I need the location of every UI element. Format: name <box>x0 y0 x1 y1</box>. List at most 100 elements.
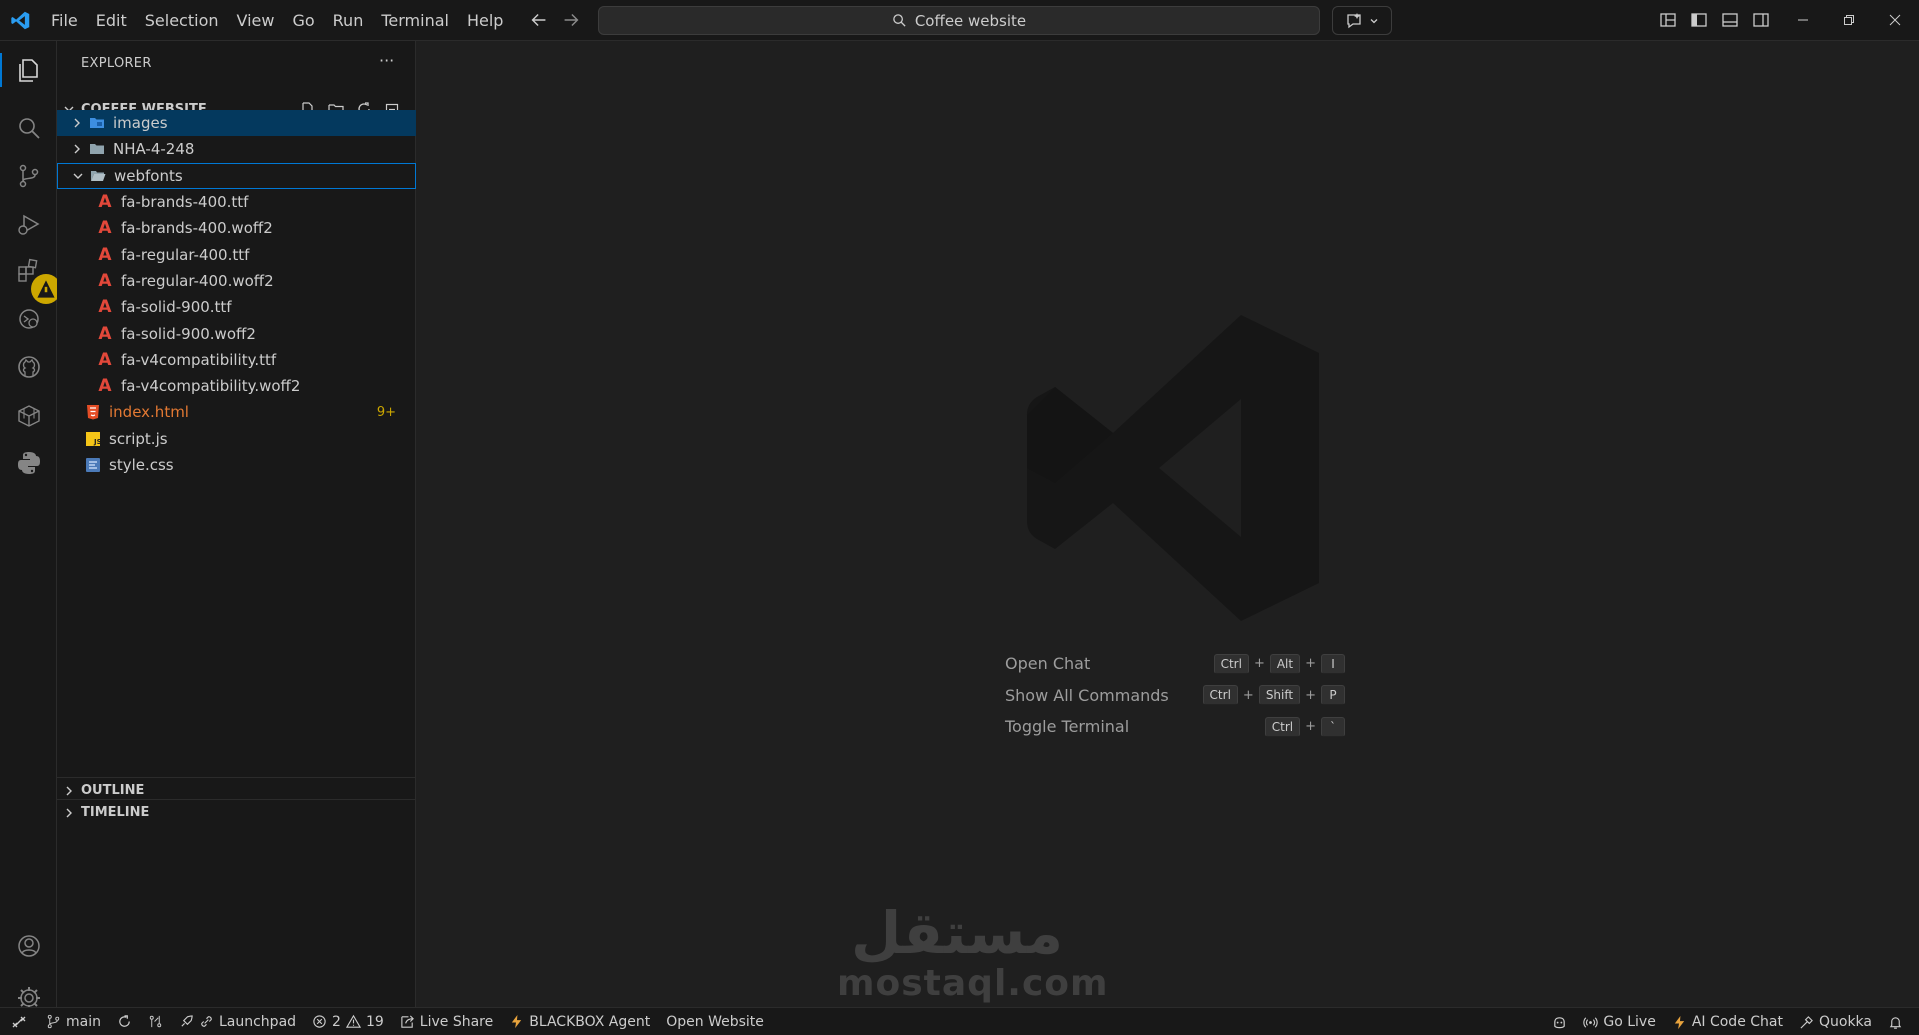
toggle-secondary-sidebar-icon[interactable] <box>1750 9 1771 30</box>
open-website-button[interactable]: Open Website <box>658 1014 772 1030</box>
shortcut-label: Open Chat <box>1005 654 1091 674</box>
sync-button[interactable] <box>109 1014 140 1029</box>
tree-folder[interactable]: NHA-4-248 <box>57 136 416 162</box>
shortcut-row[interactable]: Open Chat Ctrl + Alt + I <box>1005 648 1345 680</box>
menu-file[interactable]: File <box>42 11 87 30</box>
tree-item-label: fa-solid-900.woff2 <box>121 324 256 343</box>
git-graph-button[interactable] <box>140 1014 171 1029</box>
status-bar-right: Go Live AI Code Chat Quokka <box>1544 1008 1911 1035</box>
problems-indicator[interactable]: 2 19 <box>304 1014 392 1030</box>
live-share-icon <box>401 1015 414 1028</box>
launchpad-label: Launchpad <box>218 1013 297 1030</box>
launchpad-button[interactable]: Launchpad <box>171 1014 304 1030</box>
keybinding: Ctrl + Alt + I <box>1213 653 1345 674</box>
tree-file[interactable]: Afa-regular-400.woff2 <box>57 268 416 294</box>
chat-icon <box>1347 12 1361 28</box>
go-live-button[interactable]: Go Live <box>1575 1014 1663 1030</box>
bolt-icon <box>512 1014 522 1029</box>
container-activity[interactable] <box>0 391 57 441</box>
search-activity[interactable] <box>0 103 57 153</box>
tree-folder[interactable]: webfonts <box>57 162 416 189</box>
arrow-right-icon[interactable] <box>560 9 582 31</box>
quokka-button[interactable]: Quokka <box>1791 1014 1880 1030</box>
menu-go[interactable]: Go <box>283 11 323 30</box>
tree-file[interactable]: style.css <box>57 452 416 478</box>
tree-file[interactable]: index.html 9+ <box>57 399 416 425</box>
tree-item-label: fa-v4compatibility.ttf <box>121 350 277 369</box>
error-count: 2 <box>332 1013 341 1030</box>
live-share-button[interactable]: Live Share <box>392 1014 501 1030</box>
tree-folder[interactable]: images <box>57 110 416 137</box>
keybinding: Ctrl + ` <box>1264 716 1345 737</box>
key-separator: + <box>1253 656 1265 672</box>
notifications-button[interactable] <box>1880 1015 1911 1030</box>
menu-edit[interactable]: Edit <box>87 11 136 30</box>
bell-icon <box>1889 1016 1902 1029</box>
cube-icon <box>17 405 40 427</box>
quokka-icon <box>1800 1015 1813 1029</box>
quokka-label: Quokka <box>1818 1014 1872 1030</box>
javascript-icon: JS <box>85 431 101 447</box>
font-file-icon: A <box>98 218 112 239</box>
vscode-watermark-logo-icon <box>1027 315 1319 621</box>
copilot-chat-button[interactable] <box>1332 6 1392 35</box>
extensions-activity[interactable] <box>0 246 61 304</box>
source-control-activity[interactable] <box>0 151 57 201</box>
python-activity[interactable] <box>0 438 57 488</box>
python-icon <box>17 452 40 474</box>
copilot-status-button[interactable] <box>1544 1015 1575 1030</box>
explorer-activity[interactable] <box>0 45 57 95</box>
copilot-icon <box>1554 1016 1566 1028</box>
toggle-primary-sidebar-icon[interactable] <box>1688 9 1709 30</box>
shortcut-row[interactable]: Toggle Terminal Ctrl + ` <box>1005 711 1345 743</box>
remote-indicator[interactable] <box>0 1014 38 1030</box>
arrow-left-icon[interactable] <box>528 9 550 31</box>
customize-layout-icon[interactable] <box>1657 9 1678 30</box>
tree-file[interactable]: JS script.js <box>57 426 416 452</box>
tree-file[interactable]: Afa-v4compatibility.woff2 <box>57 373 416 399</box>
remote-explorer-icon <box>18 309 39 329</box>
tree-file[interactable]: Afa-brands-400.woff2 <box>57 215 416 241</box>
tree-item-label: images <box>113 114 168 133</box>
menu-selection[interactable]: Selection <box>136 11 228 30</box>
blackbox-agent-button[interactable]: BLACKBOX Agent <box>501 1014 658 1030</box>
close-icon[interactable] <box>1884 9 1905 30</box>
branch-indicator[interactable]: main <box>38 1014 109 1030</box>
accounts-activity[interactable] <box>0 921 57 971</box>
restore-icon[interactable] <box>1838 9 1859 30</box>
tree-item-label: fa-regular-400.woff2 <box>121 271 274 290</box>
minimize-icon[interactable] <box>1792 9 1813 30</box>
git-branch-icon <box>47 1014 60 1029</box>
search-icon <box>18 118 40 139</box>
github-icon <box>17 356 40 378</box>
menu-help[interactable]: Help <box>458 11 512 30</box>
menu-view[interactable]: View <box>228 11 284 30</box>
tree-file[interactable]: Afa-regular-400.ttf <box>57 241 416 267</box>
error-icon <box>313 1015 326 1028</box>
toggle-panel-icon[interactable] <box>1719 9 1740 30</box>
menu-run[interactable]: Run <box>324 11 373 30</box>
chevron-right-icon <box>69 115 85 131</box>
tree-file[interactable]: Afa-v4compatibility.ttf <box>57 347 416 373</box>
command-center-search[interactable]: Coffee website <box>598 6 1320 35</box>
shortcut-row[interactable]: Show All Commands Ctrl + Shift + P <box>1005 680 1345 712</box>
editor-area: Open Chat Ctrl + Alt + I Show All Commands Ctrl… <box>417 41 1919 1007</box>
keybinding: Ctrl + Shift + P <box>1202 685 1345 706</box>
tree-file[interactable]: Afa-solid-900.woff2 <box>57 320 416 346</box>
tree-item-label: fa-solid-900.ttf <box>121 298 232 317</box>
tree-file[interactable]: Afa-solid-900.ttf <box>57 294 416 320</box>
explorer-more-actions[interactable]: ··· <box>379 51 394 70</box>
remote-explorer-activity[interactable] <box>0 294 57 344</box>
run-debug-activity[interactable] <box>0 199 57 249</box>
timeline-section-header[interactable]: TIMELINE <box>57 799 416 825</box>
menu-terminal[interactable]: Terminal <box>372 11 458 30</box>
tree-file[interactable]: Afa-brands-400.ttf <box>57 189 416 215</box>
css-icon <box>85 457 101 473</box>
ai-code-chat-button[interactable]: AI Code Chat <box>1664 1014 1791 1030</box>
font-file-icon: A <box>98 323 112 344</box>
shortcut-label: Show All Commands <box>1005 685 1169 705</box>
tree-item-label: fa-v4compatibility.woff2 <box>121 377 301 396</box>
branch-name: main <box>66 1013 101 1030</box>
shortcut-label: Toggle Terminal <box>1005 717 1130 737</box>
github-activity[interactable] <box>0 342 57 392</box>
